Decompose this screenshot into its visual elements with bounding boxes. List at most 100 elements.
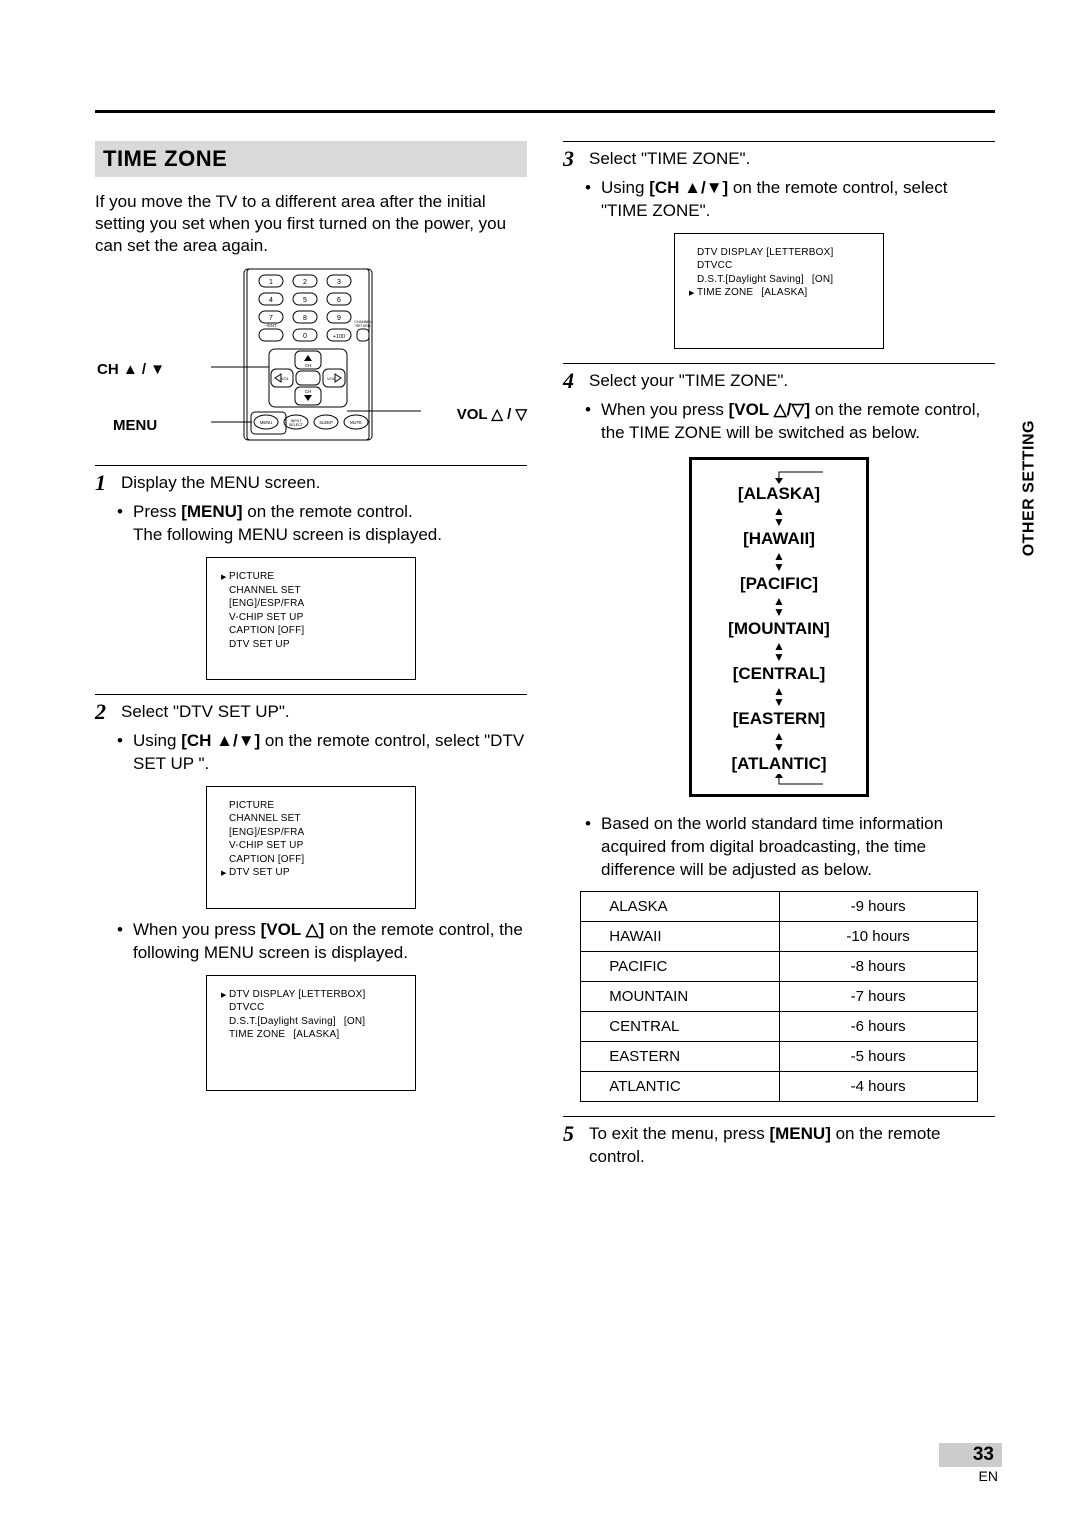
table-row: PACIFIC-8 hours [581,952,977,982]
svg-text:8: 8 [303,315,307,322]
page-footer: 33 EN [939,1443,1002,1484]
step-num-1: 1 [95,472,115,494]
page-lang: EN [939,1468,1002,1484]
table-cell-zone: PACIFIC [581,952,779,982]
offset-table: ALASKA-9 hoursHAWAII-10 hoursPACIFIC-8 h… [580,891,977,1102]
menu-screen-dtv-sub: ▶DTV DISPLAY [LETTERBOX]DTVCCD.S.T.[Dayl… [206,975,416,1091]
step-1-sub: • Press [MENU] on the remote control.The… [117,501,527,547]
table-cell-offset: -5 hours [779,1042,977,1072]
svg-text:MUTE: MUTE [350,420,362,425]
remote-svg: 1 2 3 4 5 6 7 8 9 –/ENT. 0 +100 CHANNEL … [211,267,421,442]
menu-line: DTVCC [689,259,869,273]
menu-line: PICTURE [221,799,401,813]
step-2-sub1: • Using [CH ▲/▼] on the remote control, … [117,730,527,776]
menu-line: ▶TIME ZONE [ALASKA] [689,286,869,300]
svg-text:2: 2 [303,279,307,286]
step-2: 2 Select "DTV SET UP". [95,701,527,724]
menu-line: ▶DTV SET UP [221,866,401,880]
menu-line: [ENG]/ESP/FRA [221,826,401,840]
svg-text:7: 7 [269,315,273,322]
svg-text:4: 4 [269,297,273,304]
step-4-headline: Select your "TIME ZONE". [589,370,995,393]
table-cell-offset: -6 hours [779,1012,977,1042]
up-down-arrow-icon: ▼ [698,516,860,528]
svg-text:VOL: VOL [327,376,336,381]
side-tab: OTHER SETTING [1020,420,1038,556]
menu-screen-main: ▶PICTURECHANNEL SET[ENG]/ESP/FRAV-CHIP S… [206,557,416,680]
svg-text:CH: CH [305,389,312,394]
section-header: TIME ZONE [95,141,527,177]
tz-flow-item: [MOUNTAIN] [698,619,860,639]
step-4-sub2: • Based on the world standard time infor… [585,813,995,882]
tz-flow-item: [HAWAII] [698,529,860,549]
right-column: 3 Select "TIME ZONE". • Using [CH ▲/▼] o… [563,141,995,1175]
up-down-arrow-icon: ▼ [698,741,860,753]
step-3: 3 Select "TIME ZONE". [563,148,995,171]
menu-line: D.S.T.[Daylight Saving] [ON] [221,1015,401,1029]
step-4-sub1: • When you press [VOL △/▽] on the remote… [585,399,995,445]
remote-ch-label: CH ▲ / ▼ [97,361,165,378]
tz-flow-item: [EASTERN] [698,709,860,729]
step-3-headline: Select "TIME ZONE". [589,148,995,171]
svg-text:5: 5 [303,297,307,304]
table-cell-offset: -10 hours [779,922,977,952]
table-row: MOUNTAIN-7 hours [581,982,977,1012]
menu-line: DTV SET UP [221,638,401,652]
remote-vol-label: VOL △ / ▽ [457,405,527,423]
table-cell-zone: HAWAII [581,922,779,952]
table-cell-offset: -8 hours [779,952,977,982]
step-2-headline: Select "DTV SET UP". [121,701,527,724]
left-column: TIME ZONE If you move the TV to a differ… [95,141,527,1175]
menu-line: CHANNEL SET [221,812,401,826]
table-row: ATLANTIC-4 hours [581,1072,977,1102]
svg-text:6: 6 [337,297,341,304]
tz-flow-item: [ALASKA] [698,484,860,504]
svg-text:+100: +100 [333,334,345,340]
svg-text:3: 3 [337,279,341,286]
tz-flow-item: [PACIFIC] [698,574,860,594]
menu-line: CHANNEL SET [221,584,401,598]
top-rule [95,110,995,113]
remote-illustration: CH ▲ / ▼ MENU VOL △ / ▽ [95,267,527,447]
svg-text:–/ENT.: –/ENT. [265,323,278,328]
tz-flow-item: [ATLANTIC] [698,754,860,774]
menu-line: D.S.T.[Daylight Saving] [ON] [689,273,869,287]
table-cell-offset: -4 hours [779,1072,977,1102]
remote-menu-label: MENU [113,417,157,434]
svg-text:VOL: VOL [281,376,290,381]
menu-line: V-CHIP SET UP [221,839,401,853]
table-row: CENTRAL-6 hours [581,1012,977,1042]
table-row: HAWAII-10 hours [581,922,977,952]
tz-flow-item: [CENTRAL] [698,664,860,684]
step-num-3: 3 [563,148,583,170]
step-num-4: 4 [563,370,583,392]
step-4: 4 Select your "TIME ZONE". [563,370,995,393]
table-row: EASTERN-5 hours [581,1042,977,1072]
table-cell-zone: MOUNTAIN [581,982,779,1012]
step-num-2: 2 [95,701,115,723]
svg-text:9: 9 [337,315,341,322]
menu-line: TIME ZONE [ALASKA] [221,1028,401,1042]
menu-line: CAPTION [OFF] [221,624,401,638]
menu-screen-main-dtv: PICTURECHANNEL SET[ENG]/ESP/FRAV-CHIP SE… [206,786,416,909]
svg-text:CH: CH [305,363,312,368]
table-cell-offset: -7 hours [779,982,977,1012]
svg-text:RETURN: RETURN [356,324,371,328]
up-down-arrow-icon: ▼ [698,696,860,708]
svg-text:SELECT: SELECT [289,423,304,427]
up-down-arrow-icon: ▼ [698,651,860,663]
svg-text:0: 0 [303,333,307,340]
svg-text:SLEEP: SLEEP [319,420,333,425]
menu-line: V-CHIP SET UP [221,611,401,625]
table-cell-zone: EASTERN [581,1042,779,1072]
table-cell-offset: -9 hours [779,892,977,922]
step-3-sub: • Using [CH ▲/▼] on the remote control, … [585,177,995,223]
menu-line: DTVCC [221,1001,401,1015]
step-2-sub2: • When you press [VOL △] on the remote c… [117,919,527,965]
timezone-flow: [ALASKA]▲▼[HAWAII]▲▼[PACIFIC]▲▼[MOUNTAIN… [689,457,869,797]
menu-screen-dtv-sub-tz: DTV DISPLAY [LETTERBOX]DTVCCD.S.T.[Dayli… [674,233,884,349]
svg-text:MENU: MENU [260,420,272,425]
intro-text: If you move the TV to a different area a… [95,191,527,257]
menu-line: CAPTION [OFF] [221,853,401,867]
menu-line: ▶DTV DISPLAY [LETTERBOX] [221,988,401,1002]
